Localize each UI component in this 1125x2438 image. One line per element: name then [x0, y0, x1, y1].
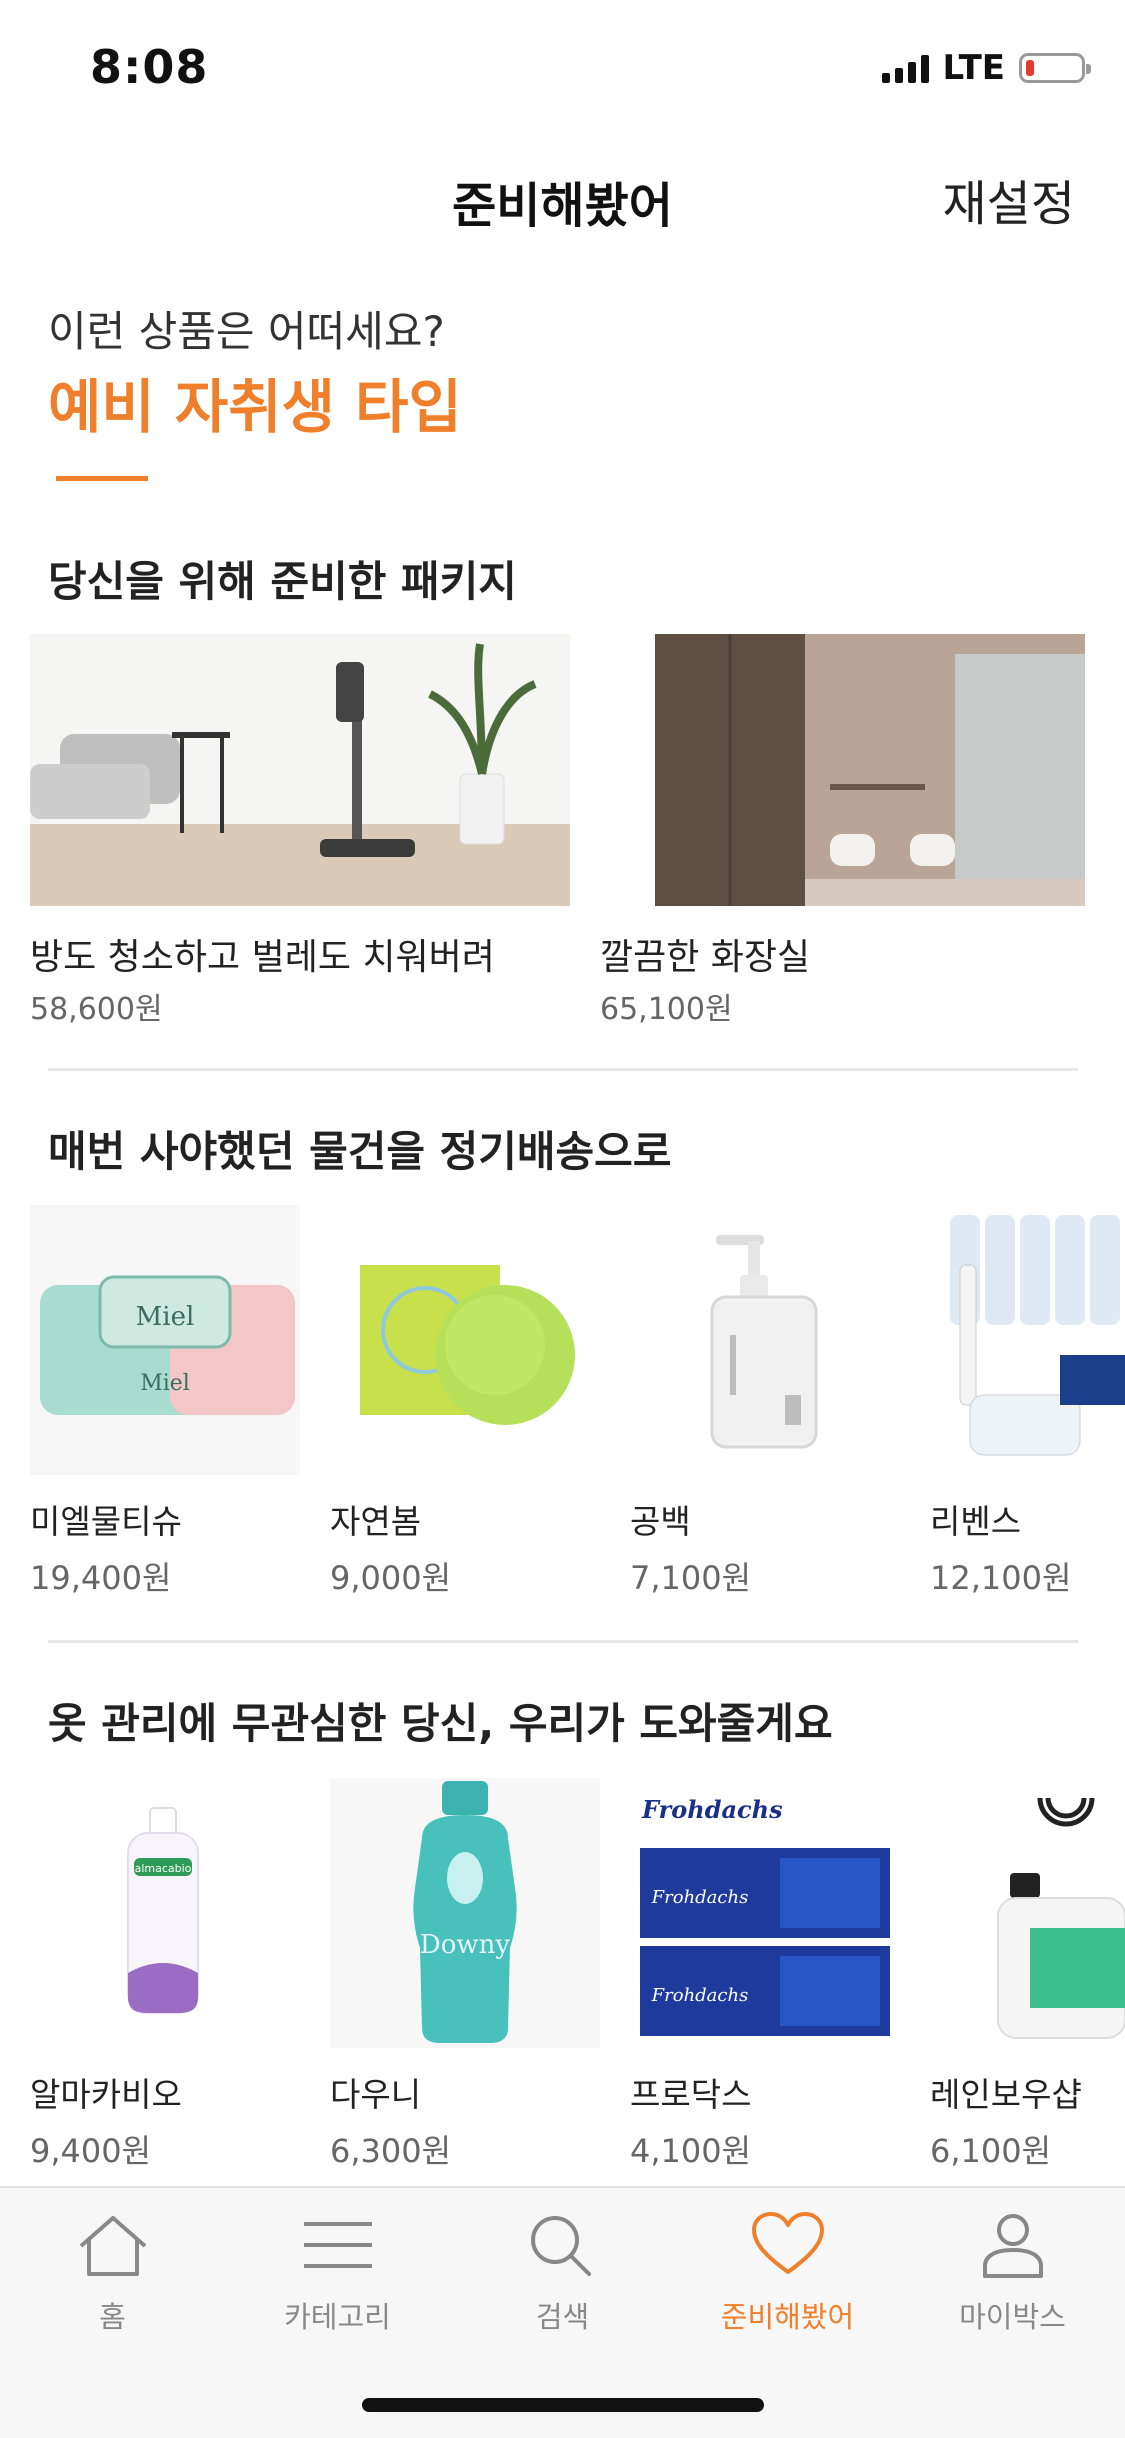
package-name: 깔끔한 화장실: [600, 937, 811, 978]
product-card[interactable]: 자연봄 9,000원: [330, 1205, 600, 1599]
svg-text:Downy: Downy: [420, 1930, 510, 1960]
package-image-cleaning: [30, 634, 570, 906]
menu-icon: [303, 2222, 372, 2268]
product-image-lint-roller: [930, 1205, 1125, 1475]
recommend-question: 이런 상품은 어떠세요?: [48, 307, 445, 356]
battery-icon: [1019, 53, 1091, 83]
product-price: 19,400원: [30, 1559, 172, 1597]
home-indicator[interactable]: [362, 2398, 764, 2412]
product-name: 자연봄: [330, 1502, 422, 1541]
section-title-packages: 당신을 위해 준비한 패키지: [48, 557, 517, 606]
product-card[interactable]: 리벤스 12,100원: [930, 1205, 1125, 1599]
product-card[interactable]: 레인보우샵 6,100원: [930, 1778, 1125, 2172]
section-title-subscription: 매번 사야했던 물건을 정기배송으로: [48, 1127, 672, 1176]
section-divider: [48, 1640, 1078, 1643]
reset-button[interactable]: 재설정: [943, 164, 1075, 234]
search-icon: [530, 2216, 591, 2276]
product-card[interactable]: Miel Miel 미엘물티슈 19,400원: [30, 1205, 300, 1599]
section-divider: [48, 1068, 1078, 1071]
product-price: 6,300원: [330, 2132, 452, 2170]
product-image-pump-bottle: [630, 1205, 900, 1475]
svg-text:almacabio: almacabio: [135, 1862, 192, 1875]
package-price: 58,600원: [30, 992, 163, 1027]
package-card[interactable]: 깔끔한 화장실 65,100원: [600, 634, 1085, 1028]
product-name: 리벤스: [930, 1502, 1022, 1541]
heart-icon: [751, 2212, 824, 2274]
tab-mybox[interactable]: 마이박스: [900, 2212, 1125, 2336]
tab-label: 준비해봤어: [720, 2300, 855, 2334]
cellular-signal-icon: [881, 53, 929, 83]
package-card[interactable]: 방도 청소하고 벌레도 치워버려 58,600원: [30, 634, 570, 1028]
status-time: 8:08: [90, 40, 209, 94]
package-name: 방도 청소하고 벌레도 치워버려: [30, 937, 495, 978]
tab-label: 홈: [99, 2300, 126, 2334]
accent-divider: [56, 476, 148, 481]
tab-home[interactable]: 홈: [0, 2212, 225, 2336]
status-bar: 8:08 LTE: [0, 0, 1125, 135]
svg-text:Frohdachs: Frohdachs: [651, 1887, 749, 1908]
product-name: 다우니: [330, 2075, 422, 2114]
product-name: 공백: [630, 1502, 691, 1541]
product-image-detergent-bottle: almacabio: [30, 1778, 300, 2048]
tab-label: 마이박스: [959, 2300, 1066, 2334]
product-image-softener: Downy: [330, 1778, 600, 2048]
product-name: 알마카비오: [30, 2075, 182, 2114]
section-title-laundry: 옷 관리에 무관심한 당신, 우리가 도와줄게요: [48, 1699, 833, 1748]
status-indicators: LTE: [881, 48, 1091, 88]
home-icon: [79, 2216, 146, 2276]
tab-label: 검색: [535, 2300, 590, 2334]
product-price: 9,000원: [330, 1559, 452, 1597]
product-image-detergent-pack: Frohdachs Frohdachs Frohdachs: [630, 1778, 900, 2048]
svg-text:Miel: Miel: [140, 1371, 190, 1396]
page-header: 준비해봤어 재설정: [0, 150, 1125, 250]
svg-text:Miel: Miel: [136, 1302, 195, 1332]
product-card[interactable]: Frohdachs Frohdachs Frohdachs 프로닥스 4,100…: [630, 1778, 900, 2172]
product-card[interactable]: 공백 7,100원: [630, 1205, 900, 1599]
svg-text:Frohdachs: Frohdachs: [641, 1795, 783, 1824]
tab-prepared[interactable]: 준비해봤어: [675, 2212, 900, 2336]
product-price: 6,100원: [930, 2132, 1052, 2170]
product-card[interactable]: Downy 다우니 6,300원: [330, 1778, 600, 2172]
product-name: 미엘물티슈: [30, 1502, 182, 1541]
product-card[interactable]: almacabio 알마카비오 9,400원: [30, 1778, 300, 2172]
svg-text:Frohdachs: Frohdachs: [651, 1985, 749, 2006]
product-image-laundry-gel: [930, 1778, 1125, 2048]
product-name: 레인보우샵: [930, 2075, 1082, 2114]
tab-label: 카테고리: [284, 2300, 391, 2334]
package-price: 65,100원: [600, 992, 733, 1027]
product-price: 12,100원: [930, 1559, 1072, 1597]
product-price: 9,400원: [30, 2132, 152, 2170]
tab-search[interactable]: 검색: [450, 2212, 675, 2336]
person-icon: [982, 2214, 1043, 2278]
package-image-bathroom: [655, 634, 1085, 906]
product-image-soap: [330, 1205, 600, 1475]
network-label: LTE: [942, 48, 1005, 88]
product-price: 7,100원: [630, 1559, 752, 1597]
product-price: 4,100원: [630, 2132, 752, 2170]
tab-category[interactable]: 카테고리: [225, 2212, 450, 2336]
product-name: 프로닥스: [630, 2075, 752, 2114]
user-type-label: 예비 자취생 타입: [48, 373, 462, 441]
product-image-wet-tissue: Miel Miel: [30, 1205, 300, 1475]
